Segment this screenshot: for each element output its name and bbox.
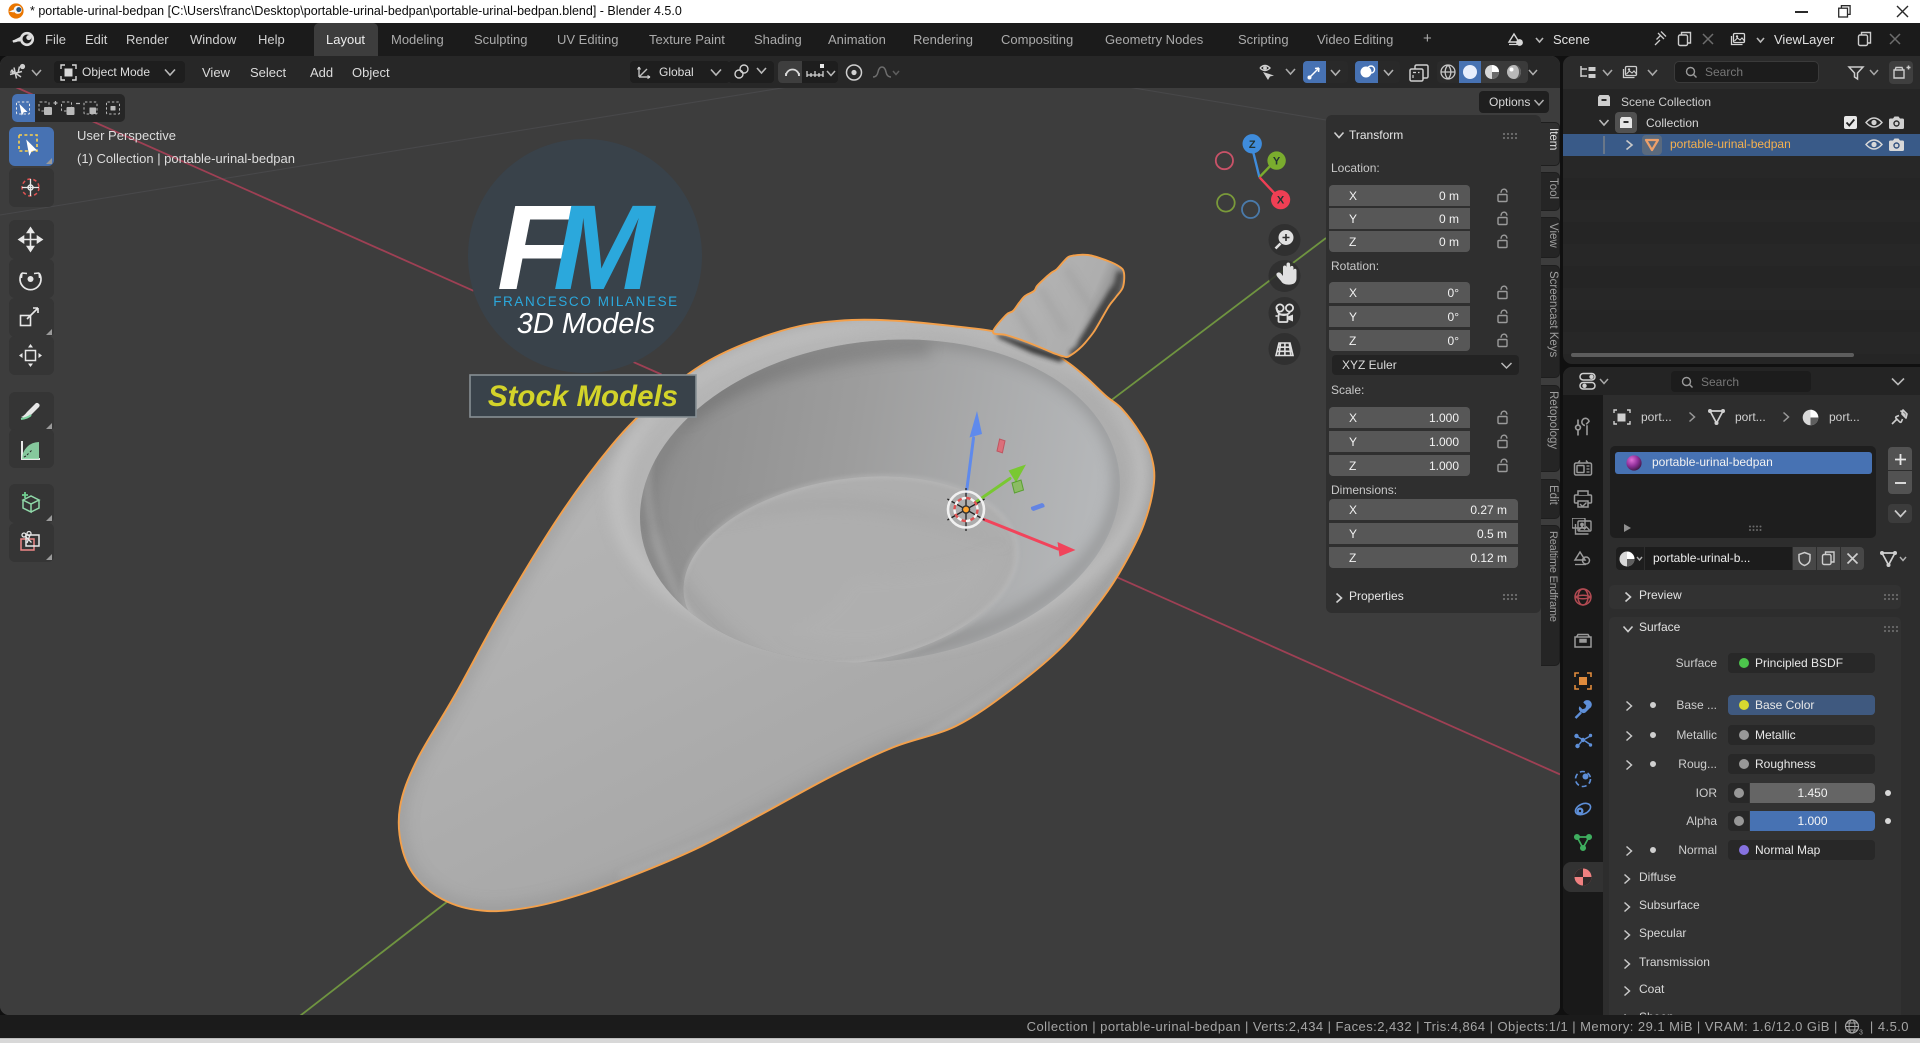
svg-text:FRANCESCO MILANESE: FRANCESCO MILANESE <box>493 294 679 309</box>
svg-text:3D Models: 3D Models <box>517 308 656 340</box>
svg-text:X: X <box>1277 195 1285 207</box>
svg-text:Stock Models: Stock Models <box>488 380 678 413</box>
svg-text:3: 3 <box>1859 1030 1863 1036</box>
svg-text:Y: Y <box>1273 156 1281 168</box>
svg-text:Z: Z <box>1249 139 1256 151</box>
